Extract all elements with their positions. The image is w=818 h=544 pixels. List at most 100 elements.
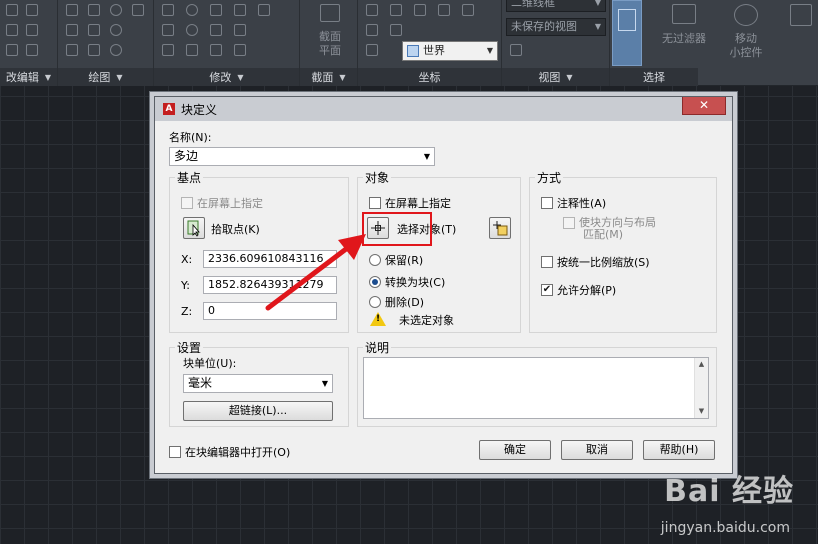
no-filter-button[interactable]: 无过滤器 [654, 32, 714, 46]
cancel-button[interactable]: 取消 [561, 440, 633, 460]
move-icon[interactable] [6, 4, 18, 16]
panel-title-text: 视图 [538, 71, 561, 84]
dialog-titlebar[interactable]: A 块定义 ✕ [155, 97, 732, 121]
checkbox-box [181, 197, 193, 209]
base-point-specify-on-screen-checkbox[interactable]: 在屏幕上指定 [181, 195, 263, 211]
ribbon-panel-title[interactable]: 选择 [610, 68, 698, 86]
open-in-block-editor-checkbox[interactable]: 在块编辑器中打开(O) [169, 444, 290, 460]
ribbon-panel-title[interactable]: 视图 ▼ [502, 68, 609, 86]
move-gizmo-button[interactable]: 移动 小控件 [720, 32, 772, 60]
copy-icon[interactable] [162, 24, 174, 36]
ellipse-icon[interactable] [110, 24, 122, 36]
ucs-view-icon[interactable] [438, 4, 450, 16]
rectangle-icon[interactable] [66, 24, 78, 36]
pick-point-label: 拾取点(K) [211, 223, 260, 236]
erase-icon[interactable] [210, 44, 222, 56]
chevron-down-icon: ▼ [486, 46, 493, 55]
hyperlink-button[interactable]: 超链接(L)... [183, 401, 333, 421]
quick-select-button[interactable] [489, 217, 511, 239]
match-orientation-checkbox[interactable]: 使块方向与布局 匹配(M) [563, 217, 656, 241]
polyline-icon[interactable] [88, 4, 100, 16]
scale-uniformly-checkbox[interactable]: 按统一比例缩放(S) [541, 254, 650, 270]
explode-icon[interactable] [258, 4, 270, 16]
hatch-icon[interactable] [88, 24, 100, 36]
ribbon-panel-section: 截面 平面 截面 ▼ [300, 0, 358, 86]
allow-exploding-checkbox[interactable]: ✔ 允许分解(P) [541, 282, 616, 298]
rotate-icon[interactable] [186, 4, 198, 16]
filter-icon[interactable] [672, 4, 696, 24]
ribbon-panel-title[interactable]: 截面 ▼ [300, 68, 357, 86]
close-button[interactable]: ✕ [682, 97, 726, 115]
gradient-icon[interactable] [88, 44, 100, 56]
ribbon-panel-modify: 修改 ▼ [154, 0, 300, 86]
panel-title-text: 截面 [311, 71, 334, 84]
ucs-object-icon[interactable] [462, 4, 474, 16]
selection-cycling-button[interactable] [612, 0, 642, 66]
named-view-select[interactable]: 未保存的视图 ▼ [506, 18, 606, 36]
scale-icon[interactable] [26, 44, 38, 56]
objects-specify-on-screen-checkbox[interactable]: 在屏幕上指定 [369, 195, 451, 211]
scale-icon[interactable] [162, 44, 174, 56]
chevron-down-icon: ▼ [594, 22, 601, 31]
arc-icon[interactable] [132, 4, 144, 16]
convert-to-block-radio[interactable]: 转换为块(C) [369, 274, 445, 290]
block-unit-select[interactable]: 毫米 ▼ [183, 374, 333, 393]
panel-title-text: 绘图 [88, 71, 111, 84]
help-button[interactable]: 帮助(H) [643, 440, 715, 460]
offset-icon[interactable] [234, 24, 246, 36]
chevron-down-icon: ▼ [423, 152, 430, 161]
annotative-checkbox[interactable]: 注释性(A) [541, 195, 606, 211]
array-icon[interactable] [186, 44, 198, 56]
viewport-icon[interactable] [510, 44, 522, 56]
section-plane-icon[interactable] [320, 4, 340, 22]
description-scrollbar[interactable]: ▲ ▼ [694, 358, 708, 418]
ribbon-panel-draw: 绘图 ▼ [58, 0, 154, 86]
ucs-world-select[interactable]: 世界 ▼ [402, 41, 498, 61]
scroll-up-icon[interactable]: ▲ [695, 358, 708, 371]
circle-icon[interactable] [110, 4, 122, 16]
copy-icon[interactable] [26, 4, 38, 16]
quick-select-icon [493, 221, 508, 236]
panel-title-text: 坐标 [418, 71, 441, 84]
description-title: 说明 [363, 339, 392, 356]
ucs-x-icon[interactable] [366, 24, 378, 36]
ucs-y-icon[interactable] [390, 24, 402, 36]
ribbon-panel-view: 二维线框 ▼ 未保存的视图 ▼ 视图 ▼ [502, 0, 610, 86]
mirror-icon[interactable] [26, 24, 38, 36]
donut-icon[interactable] [110, 44, 122, 56]
ucs-z-icon[interactable] [366, 44, 378, 56]
ribbon-panel-title[interactable]: 坐标 [358, 68, 501, 86]
move-icon[interactable] [162, 4, 174, 16]
named-view-value: 未保存的视图 [511, 20, 577, 33]
mirror-icon[interactable] [186, 24, 198, 36]
settings-title: 设置 [175, 339, 204, 356]
ucs-world-icon[interactable] [390, 4, 402, 16]
annotation-arrow-icon [265, 234, 366, 311]
trim-icon[interactable] [210, 4, 222, 16]
polygon-icon[interactable] [66, 44, 78, 56]
break-icon[interactable] [234, 44, 246, 56]
line-icon[interactable] [66, 4, 78, 16]
ribbon-panel-title[interactable]: 修改 ▼ [154, 68, 299, 86]
x-label: X: [181, 253, 193, 266]
ribbon-panel-title[interactable]: 改编辑 ▼ [0, 68, 57, 86]
ribbon-panel-title[interactable]: 绘图 ▼ [58, 68, 153, 86]
section-plane-button[interactable]: 截面 平面 [308, 30, 352, 58]
ribbon-panel-coordinates: 世界 ▼ 坐标 [358, 0, 502, 86]
ucs-origin-icon[interactable] [414, 4, 426, 16]
fillet-icon[interactable] [210, 24, 222, 36]
ok-button[interactable]: 确定 [479, 440, 551, 460]
stretch-icon[interactable] [234, 4, 246, 16]
group-icon[interactable] [790, 4, 812, 26]
rotate-icon[interactable] [6, 24, 18, 36]
scroll-down-icon[interactable]: ▼ [695, 405, 708, 418]
block-name-combo[interactable]: 多边 ▼ [169, 147, 435, 166]
checkbox-label: 在屏幕上指定 [385, 197, 451, 210]
pick-point-button[interactable] [183, 217, 205, 239]
ucs-icon[interactable] [366, 4, 378, 16]
description-textarea[interactable]: ▲ ▼ [363, 357, 709, 419]
move-gizmo-icon[interactable] [734, 4, 758, 26]
visual-style-select[interactable]: 二维线框 ▼ [506, 0, 606, 12]
caret-down-icon: ▼ [339, 72, 346, 82]
erase-icon[interactable] [6, 44, 18, 56]
